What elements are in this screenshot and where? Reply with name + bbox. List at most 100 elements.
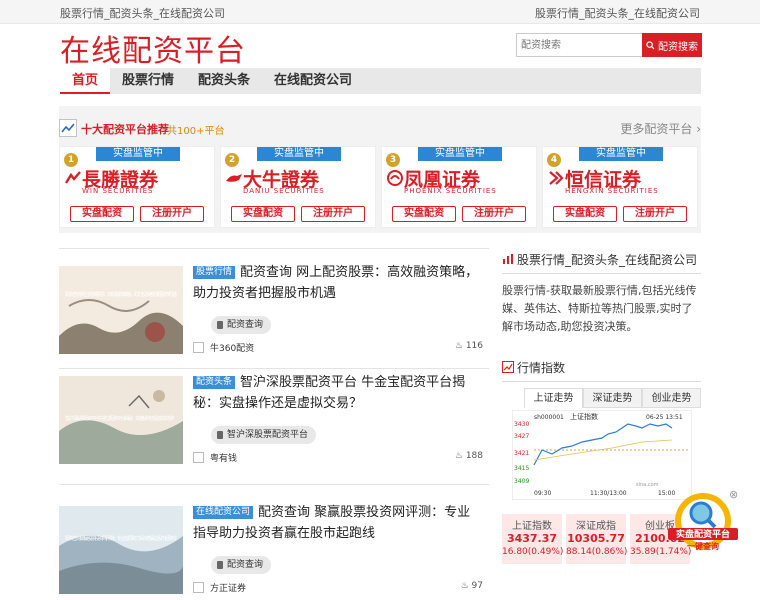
- article-views: ♨ 97: [461, 581, 483, 591]
- tab-shenzhen[interactable]: 深证走势: [583, 388, 642, 408]
- nav-item-headlines[interactable]: 配资头条: [186, 68, 262, 94]
- divider: [59, 484, 489, 485]
- article-author[interactable]: 牛360配资: [210, 341, 254, 354]
- article-thumbnail[interactable]: 配资查询 聚赢股票投资网评测：专业指导助力投资者赢在股市起跑线: [59, 506, 183, 594]
- nav-item-companies[interactable]: 在线配资公司: [262, 68, 364, 94]
- fire-icon: ♨: [460, 581, 469, 591]
- article-thumbnail[interactable]: 智沪深股票配资平台 牛金宝配资平台揭秘：实盘操作还是虚拟交易？: [59, 376, 183, 464]
- real-trading-button[interactable]: 实盘配资: [392, 206, 456, 222]
- register-button[interactable]: 注册开户: [301, 206, 365, 222]
- index-name: 上证指数: [512, 521, 552, 532]
- rank-badge: 3: [386, 153, 400, 167]
- search-button-label: 配资搜索: [658, 41, 698, 53]
- rank-badge: 1: [64, 153, 78, 167]
- search-button[interactable]: 配资搜索: [642, 33, 702, 57]
- platform-tag: 实盘监管中: [96, 147, 180, 161]
- article-tag[interactable]: 配资查询: [211, 556, 272, 574]
- top-bar-left-text[interactable]: 股票行情_配资头条_在线配资公司: [60, 5, 225, 21]
- more-platforms-link[interactable]: 更多配资平台 ›: [620, 120, 701, 137]
- hengxin-logo-icon: [549, 171, 564, 185]
- article-category[interactable]: 配资头条: [193, 376, 236, 389]
- article-tag[interactable]: 配资查询: [211, 316, 272, 334]
- article-thumbnail[interactable]: 配资查询 网上配资股票：高效融资策略，助力投资者把握股市机遇: [59, 266, 183, 354]
- floating-query-badge[interactable]: 实盘配资平台 一键查询: [668, 491, 738, 553]
- float-badge-line2: 一键查询: [687, 541, 719, 551]
- platform-cards: 实盘监管中 1 長勝證券 WIN SECURITIES 实盘配资 注册开户 实盘…: [59, 146, 701, 233]
- real-trading-button[interactable]: 实盘配资: [231, 206, 295, 222]
- market-tabs: 上证走势 深证走势 创业走势: [524, 388, 701, 408]
- x-tick: 09:30: [534, 490, 551, 497]
- rank-badge: 2: [225, 153, 239, 167]
- x-tick: 11:30/13:00: [590, 490, 627, 497]
- sidebar-description: 股票行情-获取最新股票行情,包括光线传媒、英伟达、特斯拉等热门股票,实时了解市场…: [502, 284, 697, 333]
- article-view-count: 188: [465, 451, 483, 461]
- article-views: ♨ 188: [455, 451, 483, 461]
- header: 在线配资平台 配资搜索: [0, 24, 760, 70]
- site-logo[interactable]: 在线配资平台: [60, 26, 246, 70]
- author-avatar-icon: [193, 582, 204, 593]
- platform-tag: 实盘监管中: [579, 147, 663, 161]
- y-tick: 3421: [514, 450, 529, 457]
- platform-card[interactable]: 实盘监管中 1 長勝證券 WIN SECURITIES 实盘配资 注册开户: [59, 146, 215, 228]
- register-button[interactable]: 注册开户: [462, 206, 526, 222]
- recommend-title: 十大配资平台推荐: [81, 123, 169, 136]
- fire-icon: ♨: [454, 451, 463, 461]
- market-title: 行情指数: [517, 361, 566, 375]
- platform-card[interactable]: 实盘监管中 2 大牛證券 DANIU SECURITIES 实盘配资 注册开户: [220, 146, 376, 228]
- phoenix-logo-icon: [387, 170, 403, 186]
- article-author[interactable]: 方正证券: [210, 581, 246, 594]
- platform-tag: 实盘监管中: [257, 147, 341, 161]
- search-input[interactable]: [516, 33, 642, 57]
- platform-card[interactable]: 实盘监管中 4 恒信证券 HENGXIN SECURITIES 实盘配资 注册开…: [542, 146, 698, 228]
- recommend-count: 共100+平台: [167, 126, 225, 137]
- real-trading-button[interactable]: 实盘配资: [553, 206, 617, 222]
- list-item: 智沪深股票配资平台 牛金宝配资平台揭秘：实盘操作还是虚拟交易？ 配资头条 智沪深股…: [59, 358, 489, 468]
- nav-item-home[interactable]: 首页: [60, 68, 111, 94]
- y-tick: 3415: [514, 465, 529, 472]
- platform-tag: 实盘监管中: [418, 147, 502, 161]
- platform-name-en: HENGXIN SECURITIES: [565, 187, 659, 195]
- register-button[interactable]: 注册开户: [623, 206, 687, 222]
- article-title[interactable]: 在线配资公司 配资查询 聚赢股票投资网评测：专业指导助力投资者赢在股市起跑线: [193, 502, 483, 544]
- tab-chinext[interactable]: 创业走势: [642, 388, 701, 408]
- rank-badge: 4: [547, 153, 561, 167]
- list-item: 配资查询 网上配资股票：高效融资策略，助力投资者把握股市机遇 股票行情 配资查询 …: [59, 248, 489, 358]
- more-platforms-label: 更多配资平台: [620, 122, 693, 136]
- recommend-section: 十大配资平台推荐 共100+平台 更多配资平台 › 实盘监管中 1 長勝證券 W…: [59, 106, 701, 233]
- index-value: 10305.77: [567, 532, 625, 545]
- y-tick: 3409: [514, 478, 529, 485]
- index-value: 3437.37: [506, 532, 558, 545]
- article-tag[interactable]: 智沪深股票配资平台: [211, 426, 317, 444]
- platform-name-en: DANIU SECURITIES: [243, 187, 325, 195]
- platform-card[interactable]: 实盘监管中 3 凤凰证券 PHOENIX SECURITIES 实盘配资 注册开…: [381, 146, 537, 228]
- article-category[interactable]: 股票行情: [193, 266, 236, 279]
- top-bar-right-text[interactable]: 股票行情_配资头条_在线配资公司: [535, 5, 700, 21]
- index-change: 16.80(0.49%): [502, 547, 564, 557]
- nav-item-stock-quotes[interactable]: 股票行情: [110, 68, 186, 94]
- main-nav: 首页 股票行情 配资头条 在线配资公司: [60, 68, 701, 94]
- search-box: 配资搜索: [516, 33, 702, 57]
- list-item: 配资查询 聚赢股票投资网评测：专业指导助力投资者赢在股市起跑线 在线配资公司 配资…: [59, 488, 489, 598]
- platform-name-en: PHOENIX SECURITIES: [404, 187, 497, 195]
- index-card[interactable]: 深证成指 10305.77 88.14(0.86%): [566, 514, 627, 564]
- article-title[interactable]: 配资头条 智沪深股票配资平台 牛金宝配资平台揭秘：实盘操作还是虚拟交易？: [193, 372, 483, 414]
- real-trading-button[interactable]: 实盘配资: [70, 206, 134, 222]
- recommend-header: 十大配资平台推荐 共100+平台 更多配资平台 ›: [59, 106, 701, 146]
- tab-shanghai[interactable]: 上证走势: [524, 388, 583, 408]
- sidebar-title: 股票行情_配资头条_在线配资公司: [517, 253, 698, 267]
- index-chart[interactable]: sh000001 上证指数 06-25 13:51 3430 3427 3421…: [511, 409, 693, 501]
- article-title[interactable]: 股票行情 配资查询 网上配资股票：高效融资策略，助力投资者把握股市机遇: [193, 262, 483, 304]
- article-view-count: 97: [471, 581, 483, 591]
- article-author[interactable]: 粤有钱: [210, 451, 237, 464]
- float-badge-line1: 实盘配资平台: [676, 528, 730, 540]
- fire-icon: ♨: [454, 341, 463, 351]
- article-category[interactable]: 在线配资公司: [193, 506, 254, 519]
- index-card[interactable]: 上证指数 3437.37 16.80(0.49%): [502, 514, 564, 564]
- register-button[interactable]: 注册开户: [140, 206, 204, 222]
- thumbnail-caption: 配资查询 网上配资股票：高效融资策略，助力投资者把握股市机遇: [65, 291, 177, 298]
- chart-name: 上证指数: [570, 412, 598, 421]
- article-views: ♨ 116: [455, 341, 483, 351]
- bar-chart-icon: [503, 254, 513, 264]
- chart-date: 06-25 13:51: [646, 414, 683, 421]
- search-icon: [646, 40, 655, 50]
